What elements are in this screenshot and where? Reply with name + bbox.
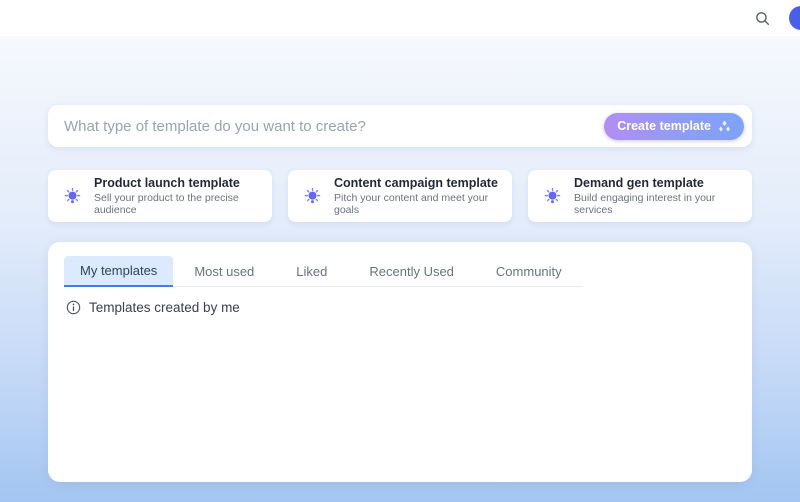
create-template-button[interactable]: Create template [604,113,744,140]
card-title: Demand gen template [574,176,738,190]
card-content-campaign-template[interactable]: Content campaign template Pitch your con… [288,170,512,222]
card-subtitle: Pitch your content and meet your goals [334,192,498,216]
card-product-launch-template[interactable]: Product launch template Sell your produc… [48,170,272,222]
empty-state-row: Templates created by me [64,300,736,315]
lightbulb-icon [302,186,323,207]
create-template-label: Create template [617,119,711,133]
page-background: Create template [0,36,800,502]
lightbulb-icon [62,186,83,207]
card-subtitle: Build engaging interest in your services [574,192,738,216]
info-icon [66,300,81,315]
templates-tabs: My templates Most used Liked Recently Us… [64,256,583,287]
card-title: Product launch template [94,176,258,190]
template-suggestions: Product launch template Sell your produc… [48,170,752,222]
card-title: Content campaign template [334,176,498,190]
lightbulb-icon [542,186,563,207]
tab-most-used[interactable]: Most used [173,256,275,286]
empty-state-label: Templates created by me [89,300,240,315]
search-button[interactable] [752,8,772,28]
avatar[interactable] [789,6,800,30]
tab-liked[interactable]: Liked [275,256,348,286]
template-prompt-bar: Create template [48,105,752,147]
template-prompt-input[interactable] [64,118,604,135]
templates-panel: My templates Most used Liked Recently Us… [48,242,752,482]
card-demand-gen-template[interactable]: Demand gen template Build engaging inter… [528,170,752,222]
search-icon [754,10,771,27]
top-bar [0,0,800,36]
sparkles-icon [718,120,731,133]
card-subtitle: Sell your product to the precise audienc… [94,192,258,216]
tab-recently-used[interactable]: Recently Used [348,256,475,286]
tab-community[interactable]: Community [475,256,583,286]
tab-my-templates[interactable]: My templates [64,256,173,287]
